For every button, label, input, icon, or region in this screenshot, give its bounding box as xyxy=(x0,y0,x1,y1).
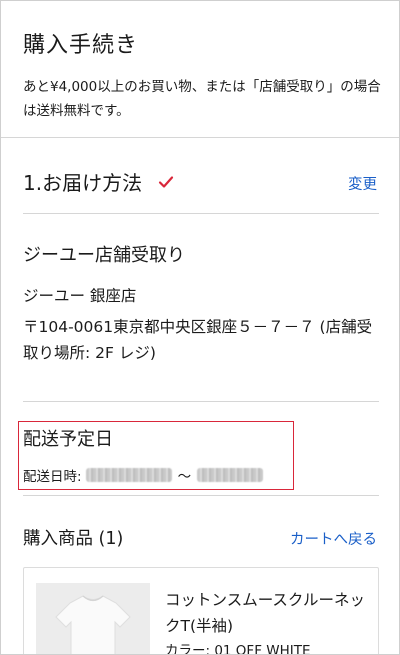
tshirt-image xyxy=(36,583,150,654)
date-range-separator: ～ xyxy=(177,469,192,485)
divider xyxy=(23,495,379,496)
delivery-date-line: 配送日時: ～ xyxy=(23,465,264,485)
divider xyxy=(23,401,379,402)
delivery-date-title: 配送予定日 xyxy=(23,429,113,450)
product-color: カラー: 01 OFF WHITE xyxy=(165,643,311,655)
store-name: ジーユー 銀座店 xyxy=(23,287,137,305)
delivery-date-label: 配送日時: xyxy=(23,469,82,485)
store-address: 〒104-0061東京都中央区銀座５－７－７ (店舗受取り場所: 2F レジ) xyxy=(23,318,373,362)
checkout-screen: 購入手続き あと¥4,000以上のお買い物、または「店舗受取り」の場合は送料無料… xyxy=(0,0,400,655)
redacted-start-date xyxy=(85,468,172,482)
check-icon xyxy=(158,175,174,188)
delivery-method-section-title: 1.お届け方法 xyxy=(23,167,174,196)
delivery-method-title-text: 1.お届け方法 xyxy=(23,171,143,195)
divider xyxy=(23,213,379,214)
products-section-title: 購入商品 (1) xyxy=(23,529,124,549)
delivery-method-name: ジーユー店舗受取り xyxy=(23,245,185,266)
product-name[interactable]: コットンスムースクルーネックT(半袖) xyxy=(165,587,365,639)
free-shipping-note: あと¥4,000以上のお買い物、または「店舗受取り」の場合は送料無料です。 xyxy=(23,79,381,119)
product-image xyxy=(36,583,150,654)
back-to-cart-link[interactable]: カートへ戻る xyxy=(290,528,377,549)
divider xyxy=(1,137,399,138)
redacted-end-date xyxy=(197,468,264,482)
page-title: 購入手続き xyxy=(23,33,139,58)
change-delivery-method-link[interactable]: 変更 xyxy=(348,173,377,194)
